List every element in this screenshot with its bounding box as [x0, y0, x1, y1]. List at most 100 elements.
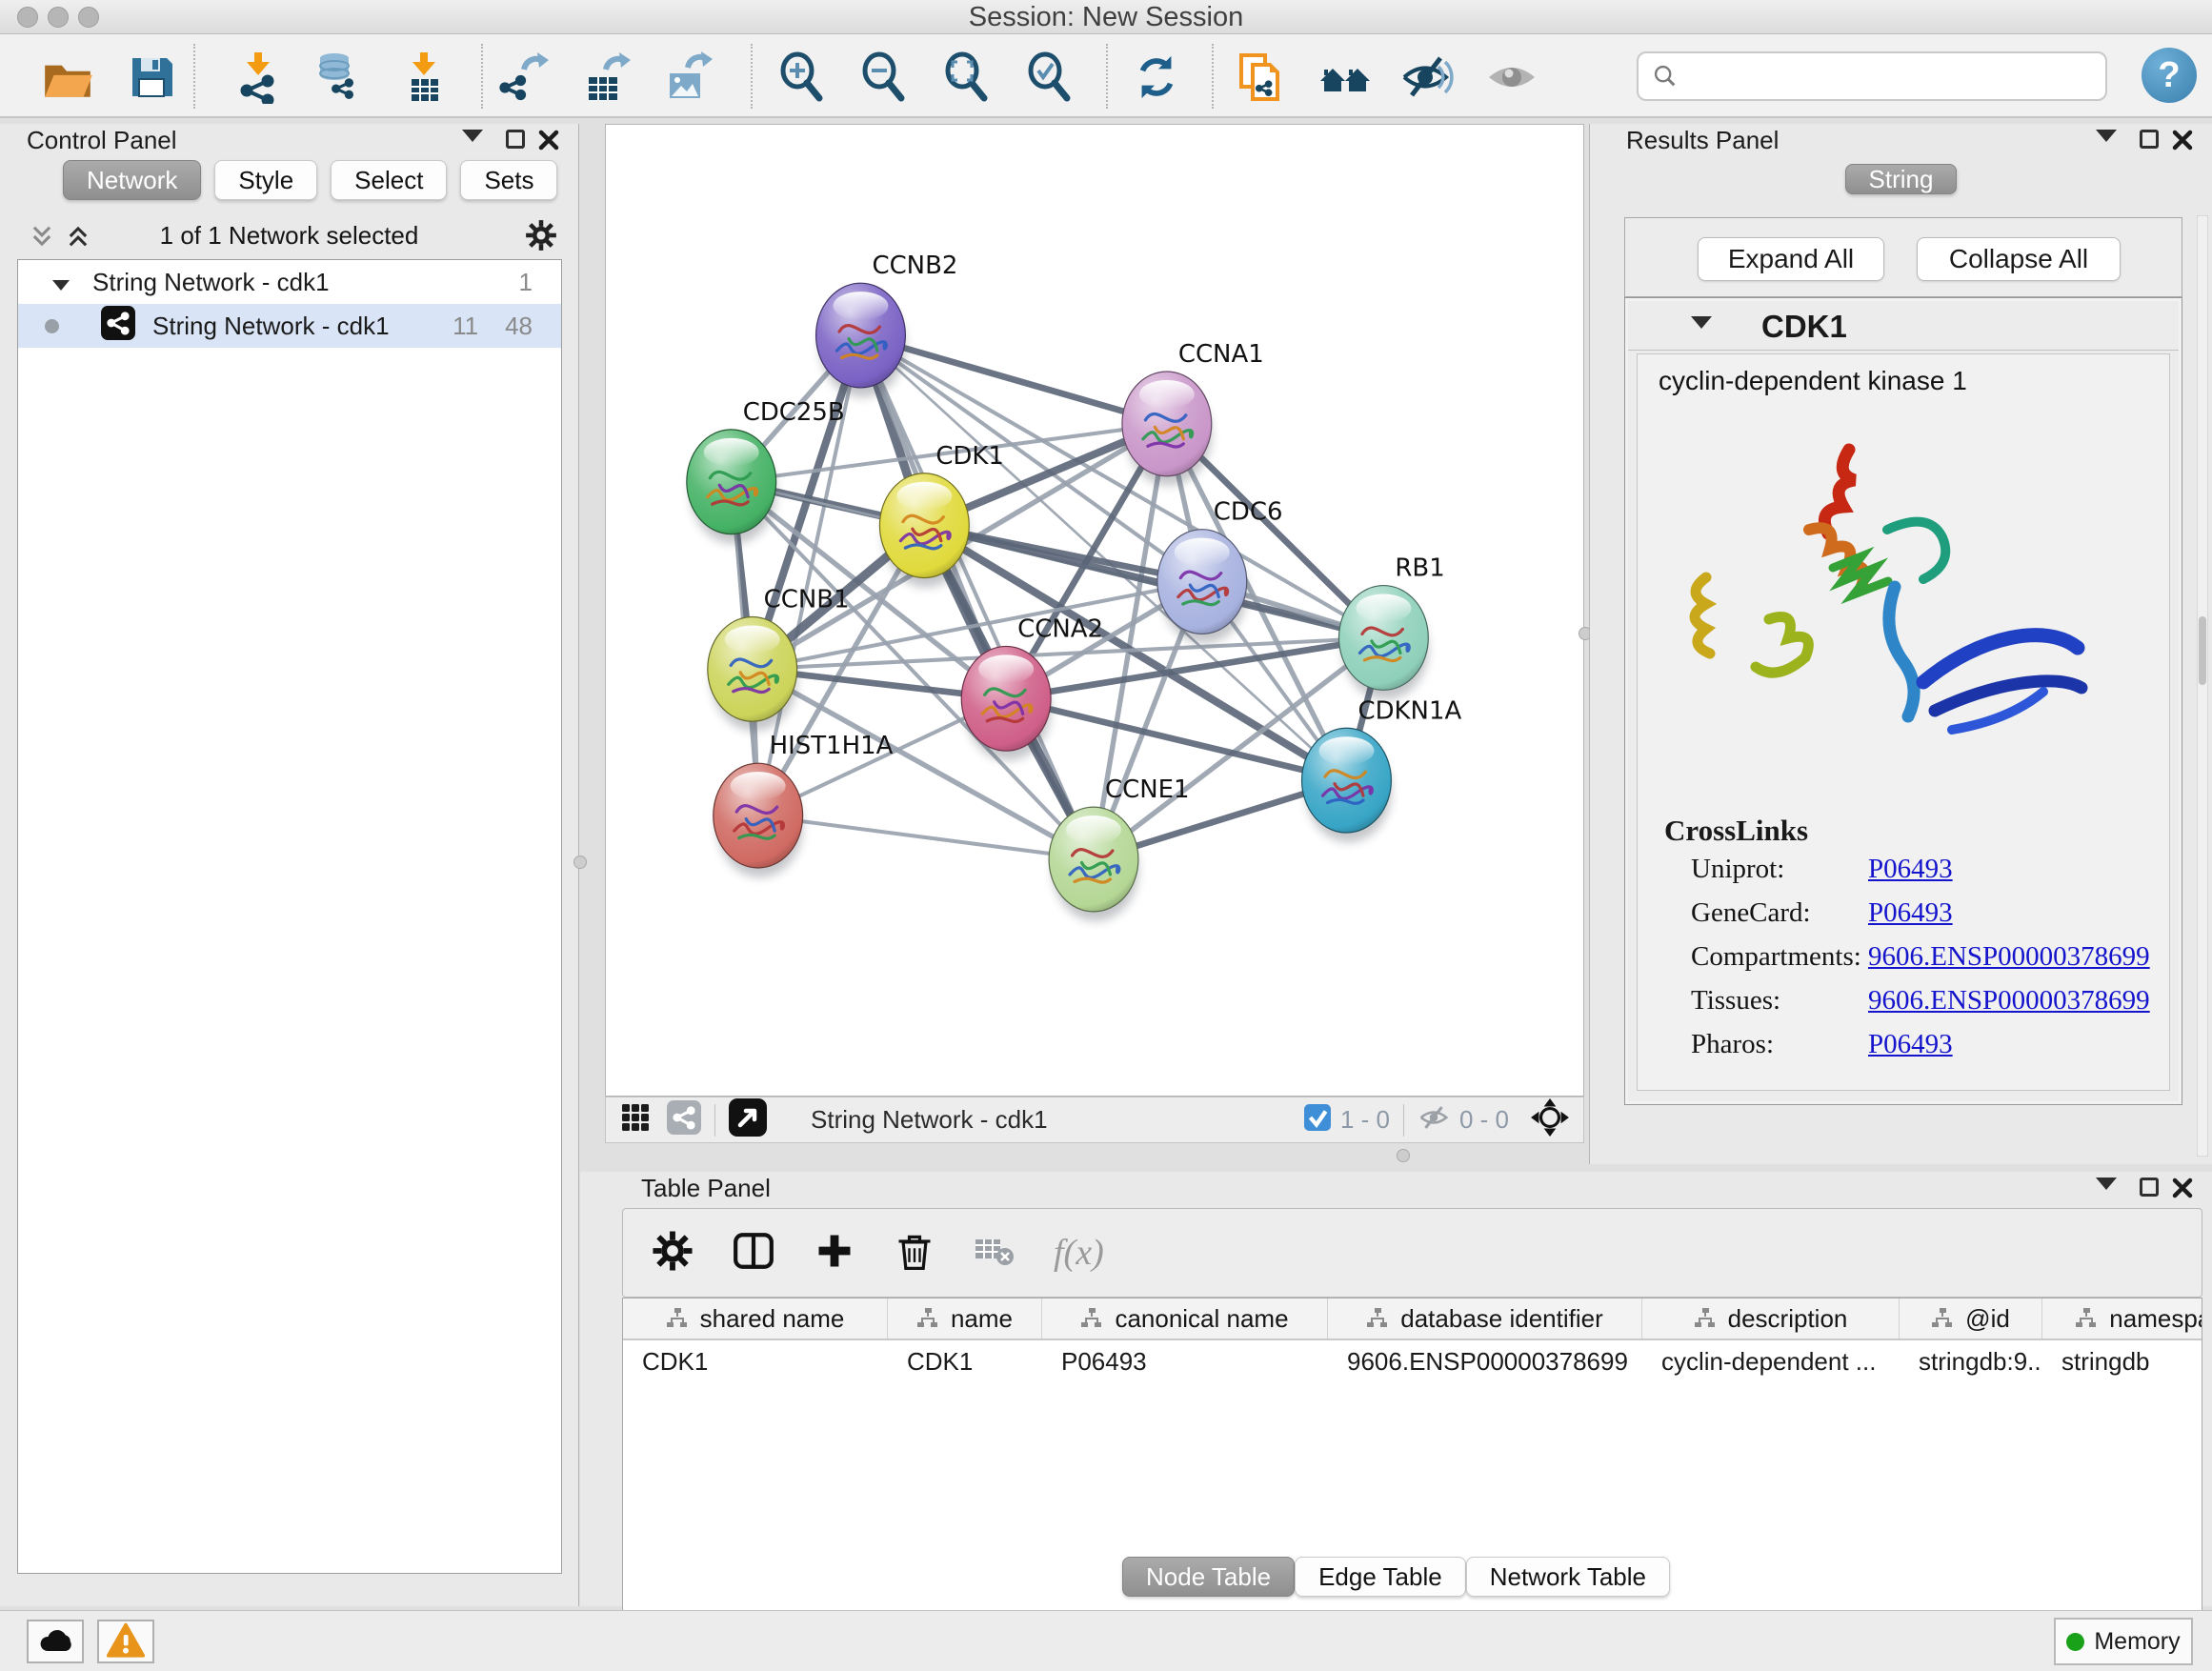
tab-sets[interactable]: Sets [460, 160, 557, 200]
table-cell[interactable]: P06493 [1042, 1347, 1328, 1377]
crosslink-link[interactable]: 9606.ENSP00000378699 [1868, 941, 2150, 972]
panel-menu-icon[interactable] [462, 130, 483, 147]
panel-menu-icon[interactable] [2096, 130, 2117, 147]
panel-float-icon[interactable] [2140, 130, 2159, 153]
selected-checkbox-icon[interactable] [1304, 1104, 1331, 1136]
network-node[interactable]: CCNE1 [1049, 775, 1189, 921]
expand-all-button[interactable]: Expand All [1698, 237, 1884, 281]
table-cell[interactable]: stringdb [2042, 1347, 2202, 1377]
table-cell[interactable]: 9606.ENSP00000378699 [1328, 1347, 1642, 1377]
tab-node-table[interactable]: Node Table [1122, 1557, 1295, 1597]
export-network-icon[interactable] [494, 46, 557, 109]
hidden-eye-icon[interactable] [1418, 1101, 1450, 1138]
crosslink-row: GeneCard:P06493 [1691, 897, 2160, 941]
cloud-status-button[interactable] [27, 1620, 84, 1663]
refresh-icon[interactable] [1125, 46, 1188, 109]
table-cell[interactable]: CDK1 [888, 1347, 1042, 1377]
tab-network-table[interactable]: Network Table [1466, 1557, 1670, 1597]
network-collection-row[interactable]: String Network - cdk1 1 [18, 260, 561, 304]
gear-icon[interactable] [525, 219, 557, 256]
move-tool-icon[interactable] [1530, 1097, 1570, 1142]
table-cell[interactable]: cyclin-dependent ... [1642, 1347, 1900, 1377]
node-label: CDKN1A [1357, 696, 1461, 725]
tab-style[interactable]: Style [214, 160, 317, 200]
column-header-shared-name[interactable]: shared name [623, 1299, 888, 1339]
network-edge[interactable] [860, 335, 1094, 859]
results-scrollbar-thumb[interactable] [2199, 616, 2206, 685]
column-header-name[interactable]: name [888, 1299, 1042, 1339]
vertical-splitter-handle[interactable] [573, 856, 587, 869]
tab-string[interactable]: String [1845, 164, 1958, 194]
help-button[interactable]: ? [2142, 48, 2197, 103]
network-edge[interactable] [860, 335, 1166, 424]
home-sites-icon[interactable] [1314, 46, 1377, 109]
birdseye-toggle-icon[interactable] [619, 1101, 652, 1138]
function-builder-icon[interactable]: f(x) [1054, 1232, 1104, 1274]
delete-column-icon[interactable] [894, 1230, 935, 1277]
network-node[interactable]: CCNB2 [816, 252, 958, 397]
show-eye-icon[interactable] [1480, 46, 1543, 109]
panel-float-icon[interactable] [2140, 1178, 2159, 1201]
panel-close-icon[interactable] [2172, 130, 2193, 155]
network-type-icon-gray[interactable] [667, 1100, 701, 1139]
panel-float-icon[interactable] [506, 130, 525, 153]
node-table: shared namenamecanonical namedatabase id… [622, 1298, 2202, 1661]
table-cell[interactable]: CDK1 [623, 1347, 888, 1377]
zoom-selected-icon[interactable] [1017, 46, 1080, 109]
warning-status-button[interactable] [97, 1620, 154, 1663]
search-input[interactable] [1679, 62, 2079, 91]
crosslink-link[interactable]: P06493 [1868, 897, 1953, 928]
delete-table-icon[interactable] [974, 1230, 1016, 1277]
hide-eye-icon[interactable] [1396, 46, 1458, 109]
open-session-icon[interactable] [36, 46, 99, 109]
memory-button[interactable]: Memory [2054, 1618, 2193, 1665]
panel-menu-icon[interactable] [2096, 1178, 2117, 1195]
export-image-icon[interactable] [658, 46, 721, 109]
crosslink-link[interactable]: P06493 [1868, 1029, 1953, 1059]
add-column-icon[interactable] [814, 1230, 855, 1277]
horizontal-splitter-handle[interactable] [1397, 1149, 1410, 1162]
show-columns-icon[interactable] [732, 1229, 775, 1278]
import-network-file-icon[interactable] [227, 46, 290, 109]
column-header--id[interactable]: @id [1900, 1299, 2042, 1339]
panel-close-icon[interactable] [538, 130, 559, 155]
gene-header-row[interactable]: CDK1 [1628, 301, 2179, 351]
clone-network-icon[interactable] [1229, 46, 1292, 109]
column-header-canonical-name[interactable]: canonical name [1042, 1299, 1328, 1339]
tab-edge-table[interactable]: Edge Table [1295, 1557, 1466, 1597]
export-table-icon[interactable] [576, 46, 639, 109]
zoom-fit-icon[interactable] [935, 46, 997, 109]
open-in-window-icon[interactable] [729, 1098, 767, 1141]
zoom-in-icon[interactable] [770, 46, 833, 109]
table-cell[interactable]: stringdb:9... [1900, 1347, 2042, 1377]
memory-status-dot [2066, 1633, 2084, 1651]
tree-expand-icon[interactable] [52, 268, 70, 297]
table-row[interactable]: CDK1CDK1P064939606.ENSP00000378699cyclin… [623, 1340, 2202, 1382]
tab-network[interactable]: Network [63, 160, 201, 200]
search-field[interactable] [1637, 51, 2107, 101]
network-node[interactable]: CCNA1 [1122, 340, 1264, 486]
network-canvas[interactable]: CCNB2CCNA1CDC25BCDK1CDC6RB1CCNB1CCNA2CDK… [605, 124, 1584, 1097]
panel-close-icon[interactable] [2172, 1178, 2193, 1203]
crosslink-link[interactable]: P06493 [1868, 854, 1953, 884]
table-settings-gear-icon[interactable] [652, 1230, 694, 1277]
crosslink-row: Tissues:9606.ENSP00000378699 [1691, 985, 2160, 1029]
import-table-file-icon[interactable] [392, 46, 455, 109]
save-session-icon[interactable] [120, 46, 183, 109]
node-label: CCNE1 [1105, 775, 1190, 804]
collapse-all-button[interactable]: Collapse All [1917, 237, 2121, 281]
network-edge[interactable] [758, 815, 1094, 859]
collapse-gene-icon[interactable] [1691, 316, 1712, 333]
zoom-out-icon[interactable] [852, 46, 915, 109]
results-scrollbar[interactable] [2197, 215, 2208, 1157]
column-header-description[interactable]: description [1642, 1299, 1900, 1339]
tab-select[interactable]: Select [331, 160, 447, 200]
crosslink-link[interactable]: 9606.ENSP00000378699 [1868, 985, 2150, 1016]
column-header-namespace[interactable]: namespace [2042, 1299, 2202, 1339]
column-header-database-identifier[interactable]: database identifier [1328, 1299, 1642, 1339]
import-network-database-icon[interactable] [307, 46, 370, 109]
network-node[interactable]: HIST1H1A [714, 732, 894, 877]
network-node[interactable]: RB1 [1339, 554, 1445, 700]
network-node[interactable]: CDKN1A [1302, 696, 1462, 842]
network-row-selected[interactable]: String Network - cdk1 11 48 [18, 304, 561, 348]
